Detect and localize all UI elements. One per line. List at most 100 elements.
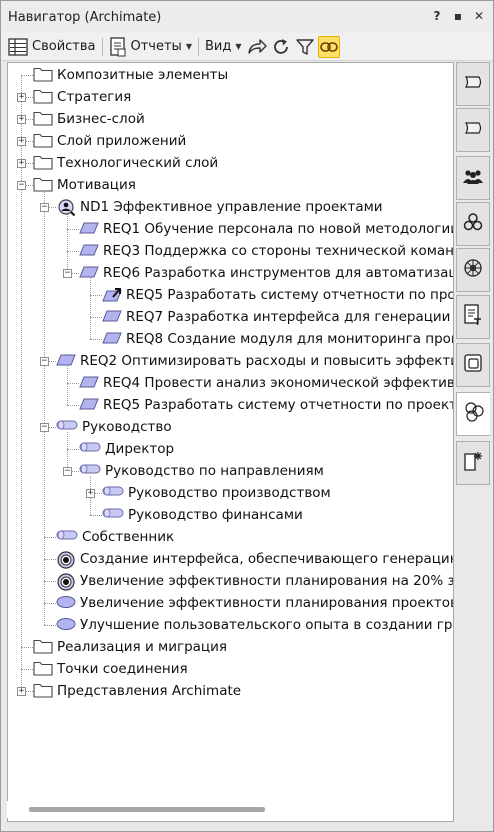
- actors-tab-icon: [462, 167, 484, 189]
- tree-item[interactable]: REQ8 Создание модуля для мониторинга про…: [8, 328, 454, 350]
- tree-item[interactable]: − Руководство: [8, 416, 453, 438]
- tree-item[interactable]: REQ7 Разработка интерфейса для генерации…: [8, 306, 453, 328]
- view-label: Вид: [204, 39, 232, 54]
- expand-icon[interactable]: +: [17, 687, 26, 696]
- tree-item[interactable]: + Руководство производством: [8, 482, 453, 504]
- reports-dropdown-icon[interactable]: ▼: [186, 42, 192, 51]
- view-menu-button[interactable]: Вид ▼: [202, 35, 245, 59]
- collapse-icon[interactable]: −: [40, 423, 49, 432]
- tree-item[interactable]: Улучшение пользовательского опыта в созд…: [8, 614, 453, 636]
- filter-icon[interactable]: [294, 36, 316, 58]
- motivation-tab[interactable]: [456, 392, 490, 436]
- composite-tab[interactable]: [456, 343, 490, 387]
- tree-item[interactable]: − ND1 Эффективное управление проектами: [8, 196, 453, 218]
- tree-item[interactable]: Увеличение эффективности планирования пр…: [8, 592, 453, 614]
- collapse-icon[interactable]: −: [63, 467, 72, 476]
- folder-icon: [33, 154, 53, 174]
- folder-icon: [33, 176, 53, 196]
- properties-icon: [8, 37, 28, 56]
- toolbar-separator: [197, 37, 199, 56]
- expand-icon[interactable]: +: [17, 93, 26, 102]
- other-tab[interactable]: [456, 441, 490, 485]
- share-icon[interactable]: [246, 36, 268, 58]
- tree-item-label: Руководство финансами: [128, 507, 303, 523]
- tree-item[interactable]: Увеличение эффективности планирования на…: [8, 570, 453, 592]
- expand-icon[interactable]: +: [17, 159, 26, 168]
- tree-item[interactable]: Собственник: [8, 526, 453, 548]
- tree-item-label: REQ8 Создание модуля для мониторинга про…: [126, 331, 454, 347]
- tree-item[interactable]: Композитные элементы: [8, 64, 453, 86]
- requirement-icon: [102, 331, 122, 349]
- maximize-button[interactable]: ▪: [452, 9, 464, 23]
- business-tab[interactable]: [456, 108, 490, 152]
- horizontal-scrollbar[interactable]: [7, 801, 447, 818]
- tree-item[interactable]: Создание интерфейса, обеспечивающего ген…: [8, 548, 453, 570]
- tree-item[interactable]: Руководство финансами: [8, 504, 453, 526]
- tree-item-label: Руководство по направлениям: [105, 463, 324, 479]
- outcome-icon: [56, 595, 76, 613]
- tree-item[interactable]: REQ5 Разработать систему отчетности по п…: [8, 284, 454, 306]
- scrollbar-thumb[interactable]: [29, 807, 265, 812]
- requirement-icon: [79, 397, 99, 415]
- tree-item-label: REQ5 Разработать систему отчетности по п…: [126, 287, 454, 303]
- tree-item-label: REQ3 Поддержка со стороны технической ко…: [103, 243, 454, 259]
- collapse-icon[interactable]: −: [63, 269, 72, 278]
- stakeholder-icon: [79, 441, 101, 457]
- tree-item[interactable]: REQ4 Провести анализ экономической эффек…: [8, 372, 453, 394]
- tree-item[interactable]: REQ5 Разработать систему отчетности по п…: [8, 394, 454, 416]
- requirement-icon: [79, 221, 99, 239]
- toolbar: Свойства Отчеты ▼ Вид ▼: [1, 33, 493, 61]
- collapse-icon[interactable]: −: [40, 203, 49, 212]
- expand-icon[interactable]: +: [86, 489, 95, 498]
- tree-item[interactable]: + Бизнес-слой: [8, 108, 453, 130]
- tree-item[interactable]: REQ3 Поддержка со стороны технической ко…: [8, 240, 454, 262]
- tree-item-label: REQ2 Оптимизировать расходы и повысить э…: [80, 353, 454, 369]
- other-tab-icon: [463, 450, 483, 476]
- requirement-icon: [102, 309, 122, 327]
- technology-tab-icon: [463, 258, 483, 282]
- tree-item[interactable]: − Мотивация: [8, 174, 453, 196]
- tree-item[interactable]: + Представления Archimate: [8, 680, 453, 702]
- tree-item[interactable]: + Технологический слой: [8, 152, 453, 174]
- tree-item-label: ND1 Эффективное управление проектами: [80, 199, 383, 215]
- tree-item[interactable]: Точки соединения: [8, 658, 453, 680]
- tree-item-label: Композитные элементы: [57, 67, 229, 83]
- link-icon[interactable]: [317, 35, 340, 58]
- properties-button[interactable]: Свойства: [5, 35, 99, 59]
- tree-item-label: Слой приложений: [57, 133, 187, 149]
- collapse-icon[interactable]: −: [17, 181, 26, 190]
- view-dropdown-icon[interactable]: ▼: [235, 42, 241, 51]
- expand-icon[interactable]: +: [17, 137, 26, 146]
- tree-item[interactable]: Директор: [8, 438, 453, 460]
- expand-icon[interactable]: +: [17, 115, 26, 124]
- collapse-icon[interactable]: −: [40, 357, 49, 366]
- tree-item-label: Бизнес-слой: [57, 111, 145, 127]
- tree-item[interactable]: + Слой приложений: [8, 130, 453, 152]
- tree-item[interactable]: Реализация и миграция: [8, 636, 453, 658]
- motivation-tab-icon: [463, 401, 485, 427]
- tree-item[interactable]: − Руководство по направлениям: [8, 460, 453, 482]
- refresh-icon[interactable]: [270, 36, 292, 58]
- application-tab[interactable]: [456, 202, 490, 246]
- actors-tab[interactable]: [456, 156, 490, 200]
- business-tab-icon: [463, 121, 483, 139]
- tree-item-label: Точки соединения: [57, 661, 188, 677]
- reports-icon: [109, 36, 125, 56]
- close-button[interactable]: ✕: [473, 9, 485, 23]
- reports-button[interactable]: Отчеты ▼: [106, 35, 195, 59]
- tree-item[interactable]: + Стратегия: [8, 86, 453, 108]
- outcome-icon: [56, 617, 76, 635]
- tree-item-label: REQ5 Разработать систему отчетности по п…: [103, 397, 454, 413]
- implementation-tab[interactable]: [456, 295, 490, 339]
- stakeholder-icon: [56, 529, 78, 545]
- tree-item[interactable]: − REQ2 Оптимизировать расходы и повысить …: [8, 350, 454, 372]
- requirement-icon: [56, 353, 76, 371]
- technology-tab[interactable]: [456, 248, 490, 292]
- folder-icon: [33, 66, 53, 86]
- strategy-tab[interactable]: [456, 62, 490, 106]
- model-tree[interactable]: Композитные элементы + Стратегия + Бизнес-сл…: [7, 62, 454, 822]
- help-button[interactable]: ?: [431, 9, 443, 23]
- tree-item[interactable]: − REQ6 Разработка инструментов для автома…: [8, 262, 453, 284]
- window-title: Навигатор (Archimate): [8, 9, 162, 25]
- tree-item[interactable]: REQ1 Обучение персонала по новой методол…: [8, 218, 453, 240]
